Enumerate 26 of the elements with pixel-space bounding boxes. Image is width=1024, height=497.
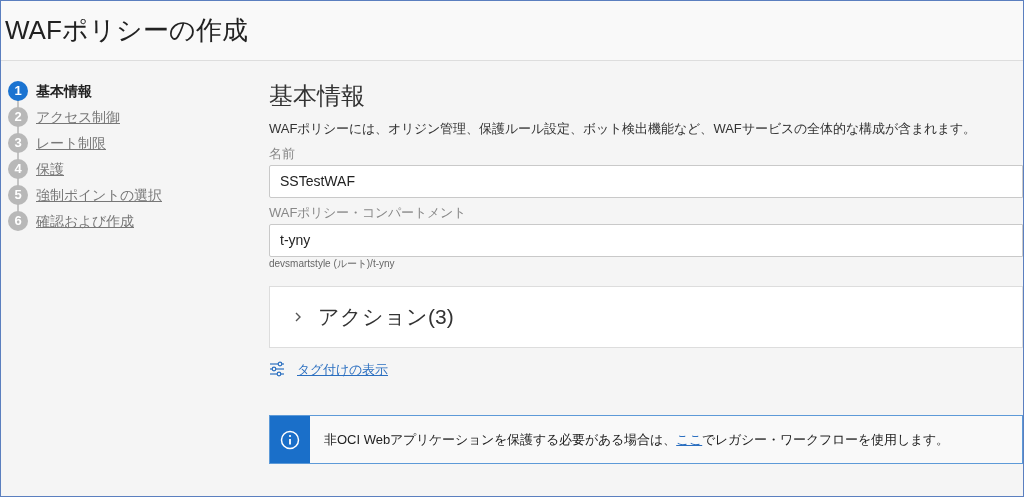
step-link[interactable]: アクセス制御 (36, 106, 120, 128)
info-message: 非OCI Webアプリケーションを保護する必要がある場合は、ここ でレガシー・ワークフローを使用します。 (324, 430, 950, 449)
input-field[interactable]: SSTestWAF (269, 164, 1023, 198)
legacy-link[interactable]: ここ (676, 431, 703, 447)
sliders-icon (269, 361, 285, 378)
field-label: 名前 (269, 145, 296, 162)
field-hint: devsmartstyle (ルート)/t-yny (269, 257, 396, 270)
step-link[interactable]: 強制ポイントの選択 (36, 184, 162, 206)
step-number: 6 (8, 211, 28, 231)
step-number: 1 (8, 81, 28, 101)
page-title: WAFポリシーの作成 (5, 14, 248, 47)
step-link[interactable]: 保護 (36, 158, 64, 180)
step-link[interactable]: レート制限 (36, 132, 106, 154)
section-description: WAFポリシーには、オリジン管理、保護ルール設定、ボット検出機能など、WAFサービスの全体的な構成が含まれます。 (269, 120, 977, 138)
field-label: WAFポリシー・コンパートメント (269, 204, 468, 221)
actions-panel[interactable]: アクション(3) (269, 285, 1023, 348)
tags-link[interactable]: タグ付けの表示 (297, 359, 388, 379)
input-field[interactable]: t-yny (269, 223, 1023, 257)
step-link[interactable]: 基本情報 (36, 80, 92, 102)
section-heading: 基本情報 (269, 81, 366, 111)
step-number: 5 (8, 185, 28, 205)
step-number: 2 (8, 107, 28, 127)
info-icon (280, 429, 300, 450)
step-number: 3 (8, 133, 28, 153)
step-number: 4 (8, 159, 28, 179)
step-link[interactable]: 確認および作成 (36, 210, 134, 232)
